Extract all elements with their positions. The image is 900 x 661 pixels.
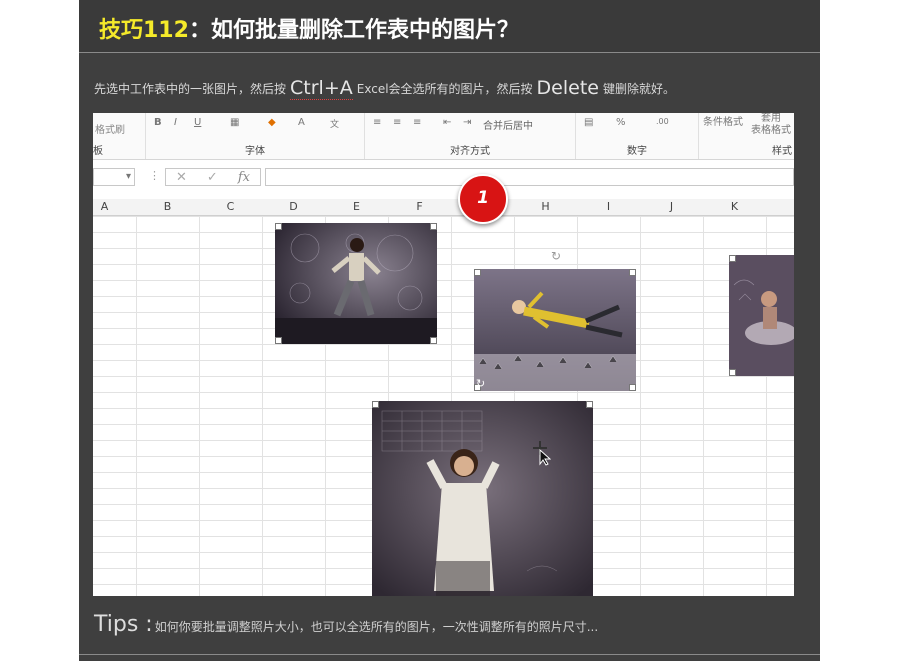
photo-bathtub-image [729,255,794,376]
styles-group: 条件格式 套用 表格格式 样式 [699,113,794,159]
align-left-icon[interactable]: ≡ [373,117,381,128]
tip-title-text: ：如何批量删除工作表中的图片？ [188,18,519,43]
resize-handle[interactable] [729,255,736,262]
styles-group-label: 样式 [772,146,792,157]
tips-text: 如何你要批量调整照片大小，也可以全选所有的图片，一次性调整所有的照片尺寸... [154,620,599,634]
ribbon: 格式刷 板 B I U ▦ ◆ A 文 字体 ≡ ≡ ≡ ⇤ ⇥ 合并后居中 对… [93,113,794,160]
resize-handle[interactable] [729,369,736,376]
resize-handle[interactable] [275,223,282,230]
tips-label: Tips : [94,612,153,637]
column-header-h[interactable]: H [514,200,577,213]
page-title: 技巧112：如何批量删除工作表中的图片？ [99,12,519,44]
table-format-button[interactable]: 套用 表格格式 [751,113,791,137]
phonetic-icon[interactable]: 文 [330,117,339,130]
rotate-handle-icon[interactable]: ↻ [551,249,561,263]
shortcut-ctrl-a: Ctrl+A [290,76,353,100]
currency-icon[interactable]: ▤ [584,117,593,128]
percent-button[interactable]: % [616,117,626,128]
photo-dancing-man-image [275,223,437,344]
clipboard-group: 格式刷 板 [93,113,146,159]
font-color-button[interactable]: A [298,117,305,128]
instruction-part3: 键删除就好。 [602,81,675,96]
bold-button[interactable]: B [154,117,162,128]
clipboard-group-label: 板 [93,146,103,157]
resize-handle[interactable] [275,337,282,344]
conditional-format-button[interactable]: 条件格式 [703,113,743,128]
photo-scientist-image [372,401,593,596]
indent-icon[interactable]: ⇤ [443,117,451,128]
column-header-c[interactable]: C [199,200,262,213]
instruction-line: 先选中工作表中的一张图片，然后按 Ctrl+A Excel会全选所有的图片，然后… [94,72,675,104]
column-header-f[interactable]: F [388,200,451,213]
column-header-d[interactable]: D [262,200,325,213]
instruction-part1: 先选中工作表中的一张图片，然后按 [94,81,287,96]
alignment-group: ≡ ≡ ≡ ⇤ ⇥ 合并后居中 对齐方式 [365,113,576,159]
rotate-handle-icon[interactable]: ↻ [476,377,485,390]
title-bar: 技巧112：如何批量删除工作表中的图片？ [79,0,820,53]
column-header-j[interactable]: J [640,200,703,213]
decimal-icon[interactable]: .00 [656,117,669,126]
resize-handle[interactable] [430,337,437,344]
bottom-divider [79,654,820,655]
photo-scientist[interactable] [372,401,593,596]
step-number-badge: 1 [458,174,508,224]
outdent-icon[interactable]: ⇥ [463,117,471,128]
align-right-icon[interactable]: ≡ [413,117,421,128]
photo-bathtub[interactable] [729,255,794,376]
align-center-icon[interactable]: ≡ [393,117,401,128]
column-headers: A B C D E F G H I J K [93,199,794,216]
name-box[interactable]: ▾ [93,168,135,186]
formula-bar: ▾ ⋮ ✕ ✓ fx [93,165,794,191]
number-group: ▤ % .00 数字 [576,113,699,159]
photo-dancing-man[interactable] [275,223,437,344]
insert-function-icon[interactable]: fx [238,170,250,185]
photo-flying-man[interactable] [474,269,636,391]
number-group-label: 数字 [627,146,647,157]
excel-window: 格式刷 板 B I U ▦ ◆ A 文 字体 ≡ ≡ ≡ ⇤ ⇥ 合并后居中 对… [93,113,794,596]
move-cursor-icon [533,441,551,466]
format-painter-button[interactable]: 格式刷 [95,121,125,136]
underline-button[interactable]: U [194,117,201,128]
confirm-icon[interactable]: ✓ [207,170,218,185]
more-icon: ⋮ [149,169,160,182]
resize-handle[interactable] [629,384,636,391]
alignment-group-label: 对齐方式 [450,146,490,157]
italic-button[interactable]: I [174,117,177,128]
column-header-k[interactable]: K [703,200,766,213]
resize-handle[interactable] [586,401,593,408]
column-header-e[interactable]: E [325,200,388,213]
cancel-icon[interactable]: ✕ [176,170,187,185]
border-icon[interactable]: ▦ [230,117,239,128]
column-header-a[interactable]: A [93,200,136,213]
column-header-b[interactable]: B [136,200,199,213]
shortcut-delete: Delete [536,77,599,99]
resize-handle[interactable] [474,269,481,276]
resize-handle[interactable] [430,223,437,230]
resize-handle[interactable] [372,401,379,408]
merge-center-button[interactable]: 合并后居中 [483,117,533,132]
font-group: B I U ▦ ◆ A 文 字体 [146,113,365,159]
formula-input[interactable] [265,168,794,186]
resize-handle[interactable] [629,269,636,276]
photo-flying-man-image [474,269,636,391]
fill-color-icon[interactable]: ◆ [268,117,276,128]
column-header-i[interactable]: I [577,200,640,213]
formula-buttons: ✕ ✓ fx [165,168,261,186]
tip-number: 技巧112 [99,18,189,43]
instruction-part2: Excel会全选所有的图片，然后按 [356,81,533,96]
font-group-label: 字体 [245,146,265,157]
tips-line: Tips : 如何你要批量调整照片大小，也可以全选所有的图片，一次性调整所有的照… [94,612,598,637]
